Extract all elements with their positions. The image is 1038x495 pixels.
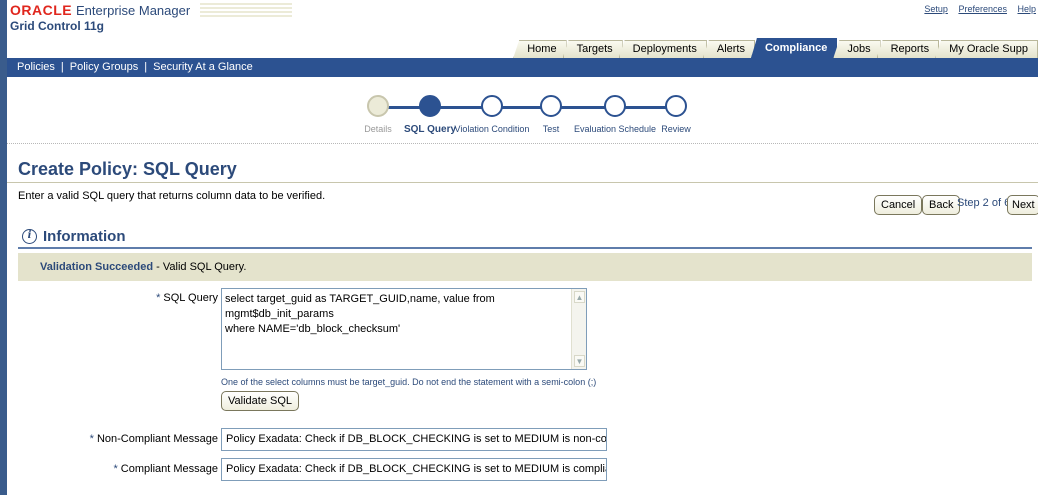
subnav-separator: | [144, 61, 148, 73]
info-header: i Information [18, 225, 1032, 249]
page-instruction: Enter a valid SQL query that returns col… [18, 190, 326, 202]
sql-scrollbar[interactable]: ▲ ▼ [571, 289, 586, 369]
left-border [0, 0, 7, 495]
title-divider [7, 182, 1038, 183]
dotted-divider [7, 143, 1038, 144]
train-label-test: Test [542, 124, 560, 134]
compliant-label-text: Compliant Message [120, 463, 218, 475]
scroll-up-icon[interactable]: ▲ [574, 291, 585, 303]
info-message: Validation Succeeded - Valid SQL Query. [18, 253, 1032, 281]
info-text: - Valid SQL Query. [153, 261, 247, 273]
required-marker: * [156, 292, 161, 304]
train-stop-evaluation-schedule [604, 95, 626, 117]
compliant-message-input[interactable]: Policy Exadata: Check if DB_BLOCK_CHECKI… [221, 458, 607, 481]
subnav-security-at-a-glance[interactable]: Security At a Glance [153, 61, 253, 73]
train-stop-violation-condition [481, 95, 503, 117]
required-marker: * [113, 463, 118, 475]
train-label-violation-condition: Violation Condition [454, 124, 530, 134]
sql-query-textarea[interactable]: select target_guid as TARGET_GUID,name, … [221, 288, 587, 370]
info-heading: Information [43, 227, 126, 245]
tab-alerts[interactable]: Alerts [702, 40, 755, 58]
sub-navigation: Policies | Policy Groups | Security At a Gla… [7, 58, 1038, 77]
preferences-link[interactable]: Preferences [958, 4, 1007, 14]
back-button[interactable]: Back [922, 195, 961, 215]
main-tabs: Home Targets Deployments Alerts Complian… [513, 38, 1038, 58]
tab-compliance[interactable]: Compliance [750, 38, 838, 58]
tab-jobs[interactable]: Jobs [833, 40, 881, 58]
noncompliant-label-text: Non-Compliant Message [96, 433, 218, 445]
train-stop-sql-query [419, 95, 441, 117]
logo-app-name: Enterprise Manager [76, 3, 191, 18]
product-name: Grid Control 11g [10, 19, 105, 33]
subnav-policies[interactable]: Policies [17, 61, 55, 73]
subnav-policy-groups[interactable]: Policy Groups [70, 61, 138, 73]
train-label-evaluation-schedule: Evaluation Schedule [573, 124, 657, 134]
noncompliant-label: * Non-Compliant Message [90, 433, 218, 445]
help-link[interactable]: Help [1017, 4, 1036, 14]
compliant-label: * Compliant Message [114, 463, 219, 475]
train-label-review: Review [661, 124, 691, 134]
sql-query-label-text: SQL Query [163, 292, 218, 304]
step-indicator: Step 2 of 6 [957, 197, 1011, 209]
sql-query-label: * SQL Query [156, 292, 218, 304]
setup-link[interactable]: Setup [924, 4, 948, 14]
page-title: Create Policy: SQL Query [18, 159, 237, 179]
wizard-train: Details SQL Query Violation Condition Te… [360, 92, 700, 140]
train-label-details[interactable]: Details [364, 124, 392, 134]
cancel-button[interactable]: Cancel [874, 195, 923, 215]
logo-oracle: ORACLE [10, 2, 73, 18]
sql-query-value[interactable]: select target_guid as TARGET_GUID,name, … [225, 292, 569, 337]
tab-targets[interactable]: Targets [562, 40, 623, 58]
required-marker: * [89, 433, 94, 445]
train-stop-details[interactable] [367, 95, 389, 117]
tab-deployments[interactable]: Deployments [618, 40, 707, 58]
train-stop-review [665, 95, 687, 117]
train-label-sql-query: SQL Query [403, 124, 457, 135]
oracle-logo: ORACLE Enterprise Manager [10, 1, 293, 20]
tab-home[interactable]: Home [513, 40, 567, 58]
scroll-down-icon[interactable]: ▼ [574, 355, 585, 367]
logo-stripes [200, 3, 293, 17]
tab-my-oracle-support[interactable]: My Oracle Supp [935, 40, 1038, 58]
noncompliant-message-input[interactable]: Policy Exadata: Check if DB_BLOCK_CHECKI… [221, 428, 607, 451]
next-button[interactable]: Next [1007, 195, 1038, 215]
info-status: Validation Succeeded [40, 261, 154, 273]
train-stop-test [540, 95, 562, 117]
validate-sql-button[interactable]: Validate SQL [221, 391, 300, 411]
info-icon: i [22, 228, 37, 244]
subnav-separator: | [60, 61, 64, 73]
global-links: Setup Preferences Help [916, 4, 1036, 14]
tab-reports[interactable]: Reports [876, 40, 940, 58]
sql-hint: One of the select columns must be target… [221, 377, 597, 387]
